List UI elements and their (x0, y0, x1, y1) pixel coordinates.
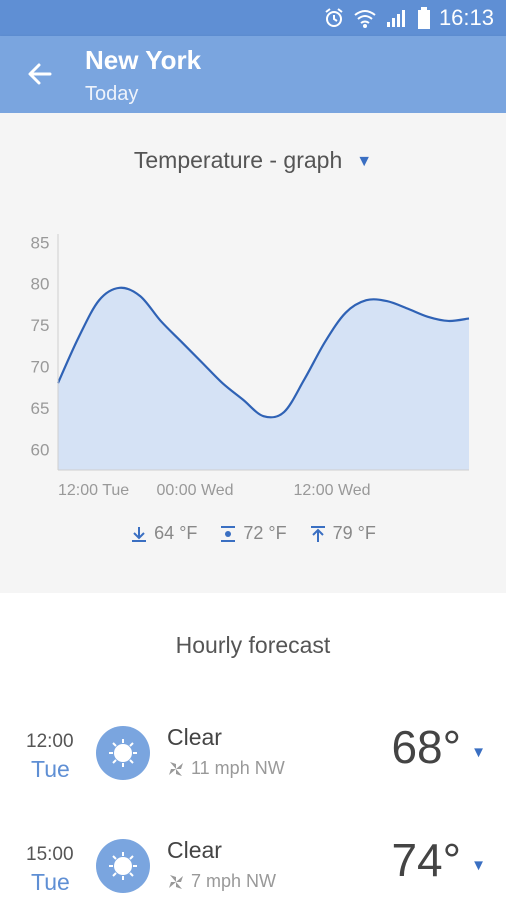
status-bar: 16:13 (0, 0, 506, 36)
y-tick-label: 65 (31, 399, 50, 418)
forecast-wind: 11 mph NW (167, 758, 285, 779)
forecast-day: Tue (31, 869, 70, 895)
min-temperature-icon (132, 526, 147, 542)
forecast-time: 12:00 (26, 731, 74, 752)
battery-icon (417, 7, 430, 29)
graph-panel: Temperature - graph ▼ 85 80 75 70 65 60 12:00 T… (0, 113, 506, 593)
back-arrow-icon[interactable] (24, 58, 56, 90)
max-temperature-icon (310, 525, 325, 542)
expand-caret-icon[interactable]: ▼ (471, 744, 486, 761)
clear-sun-icon (96, 726, 150, 780)
page-subtitle: Today (85, 83, 139, 105)
x-tick-label: 12:00 Wed (293, 482, 370, 499)
y-tick-label: 85 (31, 233, 50, 252)
min-temp-stat: 64 °F (130, 523, 197, 544)
temperature-stats: 64 °F 72 °F 79 °F (0, 523, 506, 544)
x-tick-label: 12:00 Tue (58, 482, 129, 499)
forecast-wind: 7 mph NW (167, 871, 276, 892)
x-tick-label: 00:00 Wed (156, 482, 233, 499)
wifi-icon (354, 10, 376, 28)
forecast-condition: Clear (167, 837, 222, 863)
clear-sun-icon (96, 839, 150, 893)
forecast-day: Tue (31, 756, 70, 782)
avg-temp-stat: 72 °F (219, 523, 287, 544)
y-tick-label: 70 (31, 357, 50, 376)
avg-temp-value: 72 °F (243, 523, 287, 543)
forecast-temperature: 74° (391, 834, 461, 886)
forecast-wind-value: 7 mph NW (191, 871, 277, 891)
forecast-row[interactable]: 12:00 Tue Clear 11 mph NW 68° ▼ (0, 720, 506, 810)
alarm-icon (325, 8, 343, 27)
forecast-condition: Clear (167, 724, 222, 750)
wind-fan-icon (169, 874, 183, 889)
average-temperature-icon (221, 525, 236, 542)
y-tick-label: 60 (31, 440, 50, 459)
hourly-forecast-title: Hourly forecast (175, 632, 331, 658)
expand-caret-icon[interactable]: ▼ (471, 857, 486, 874)
forecast-temperature: 68° (391, 721, 461, 773)
temperature-area-fill (58, 287, 469, 470)
y-tick-label: 80 (31, 275, 50, 294)
temperature-chart: 85 80 75 70 65 60 12:00 Tue 00:00 Wed 12:00 Wed (31, 233, 470, 499)
app-bar: New York Today (0, 36, 506, 113)
max-temp-value: 79 °F (332, 523, 376, 543)
max-temp-stat: 79 °F (309, 523, 376, 544)
min-temp-value: 64 °F (154, 523, 198, 543)
wind-fan-icon (169, 761, 183, 776)
status-time: 16:13 (438, 5, 494, 30)
page-title: New York (85, 45, 202, 75)
forecast-wind-value: 11 mph NW (191, 758, 285, 778)
y-tick-label: 75 (31, 316, 50, 335)
forecast-time: 15:00 (26, 844, 74, 865)
status-icons: 16:13 (323, 0, 494, 36)
forecast-row[interactable]: 15:00 Tue Clear 7 mph NW 74° ▼ (0, 833, 506, 923)
signal-icon (386, 10, 405, 27)
